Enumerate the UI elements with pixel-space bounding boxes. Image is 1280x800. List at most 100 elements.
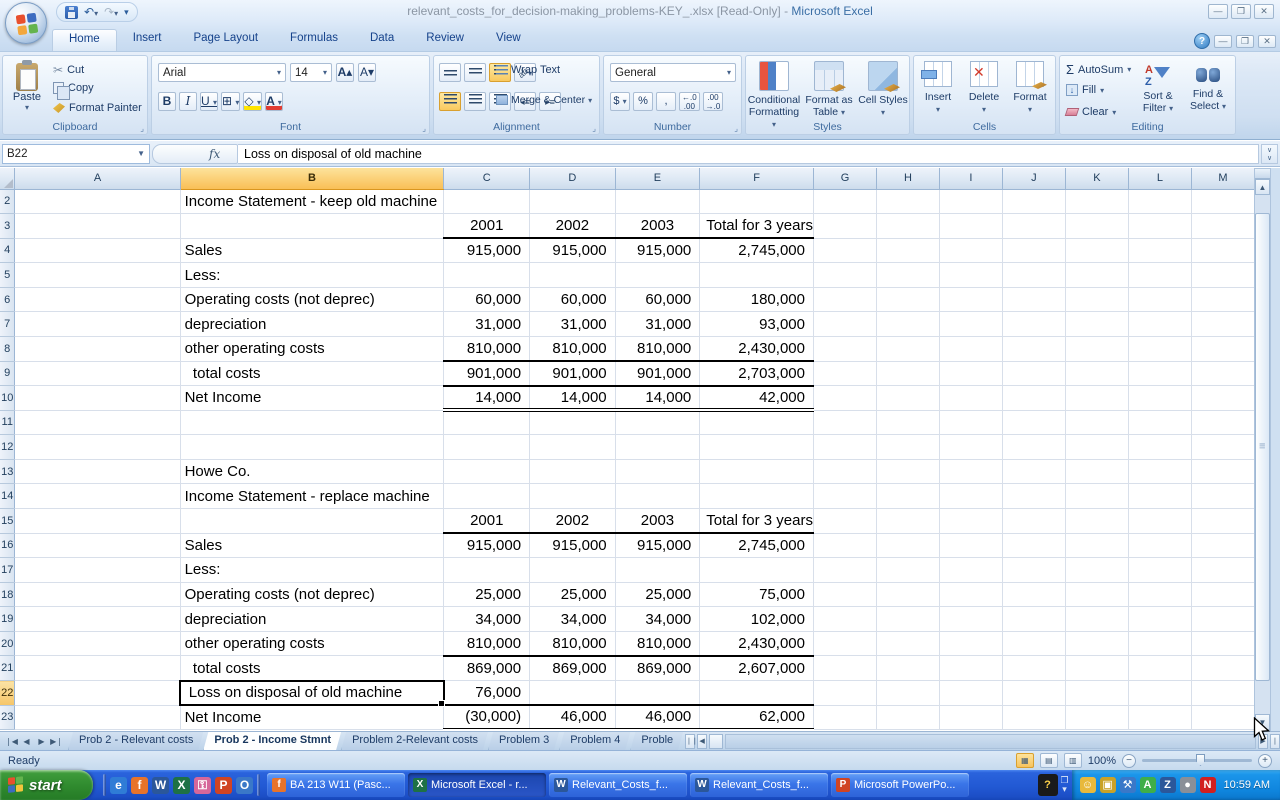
cell-I22[interactable] (940, 681, 1003, 706)
cell-E23[interactable]: 46,000 (615, 705, 700, 730)
accounting-format-button[interactable]: $ ▾ (610, 92, 630, 111)
ribbon-tab-home[interactable]: Home (52, 29, 117, 51)
align-left-button[interactable] (439, 92, 461, 111)
first-sheet-button[interactable]: ❘◀ (5, 737, 18, 746)
ribbon-tab-page-layout[interactable]: Page Layout (177, 29, 274, 51)
column-header-I[interactable]: I (940, 168, 1003, 189)
sheet-tab-proble[interactable]: Proble (630, 732, 683, 750)
column-header-F[interactable]: F (700, 168, 814, 189)
cell-F18[interactable]: 75,000 (700, 582, 814, 607)
cell-M16[interactable] (1191, 533, 1254, 558)
cell-F8[interactable]: 2,430,000 (700, 336, 814, 361)
cell-D10[interactable]: 14,000 (530, 386, 616, 411)
cell-K23[interactable] (1065, 705, 1128, 730)
workbook-close-button[interactable]: ✕ (1258, 35, 1276, 48)
horizontal-scroll-thumb[interactable] (709, 734, 723, 749)
cell-M17[interactable] (1191, 558, 1254, 583)
cell-K13[interactable] (1065, 459, 1128, 484)
cell-A3[interactable] (15, 214, 180, 239)
cell-I6[interactable] (940, 287, 1003, 312)
cell-F16[interactable]: 2,745,000 (700, 533, 814, 558)
cell-D21[interactable]: 869,000 (530, 656, 616, 681)
cell-B21[interactable]: total costs (180, 656, 444, 681)
cell-M9[interactable] (1191, 361, 1254, 386)
shrink-font-button[interactable]: A▾ (358, 63, 376, 82)
sheet-tab-problem-2-relevant-costs[interactable]: Problem 2-Relevant costs (341, 732, 488, 750)
cell-G22[interactable] (813, 681, 876, 706)
cell-K5[interactable] (1065, 263, 1128, 288)
cell-I19[interactable] (940, 607, 1003, 632)
fx-icon[interactable]: fx (209, 147, 220, 161)
cell-D13[interactable] (530, 459, 616, 484)
cell-F13[interactable] (700, 459, 814, 484)
cell-H20[interactable] (877, 631, 940, 656)
ribbon-tab-review[interactable]: Review (410, 29, 480, 51)
row-header-21[interactable]: 21 (0, 656, 15, 681)
cell-K2[interactable] (1065, 189, 1128, 214)
cell-M22[interactable] (1191, 681, 1254, 706)
help-tray-icon[interactable]: ? (1038, 774, 1058, 796)
expand-formula-bar-icon[interactable]: ∨∨ (1261, 144, 1278, 164)
cell-H21[interactable] (877, 656, 940, 681)
taskbar-window-2[interactable]: XMicrosoft Excel - r... (408, 773, 546, 797)
powerpoint-icon[interactable]: P (215, 777, 232, 794)
cell-J16[interactable] (1002, 533, 1065, 558)
sheet-tab-prob-2-relevant-costs[interactable]: Prob 2 - Relevant costs (68, 732, 203, 750)
row-header-6[interactable]: 6 (0, 287, 15, 312)
cell-M10[interactable] (1191, 386, 1254, 411)
row-header-23[interactable]: 23 (0, 705, 15, 730)
cell-M12[interactable] (1191, 435, 1254, 460)
cell-G12[interactable] (813, 435, 876, 460)
cell-C20[interactable]: 810,000 (444, 631, 530, 656)
cell-H13[interactable] (877, 459, 940, 484)
cell-E22[interactable] (615, 681, 700, 706)
cell-B5[interactable]: Less: (180, 263, 444, 288)
cell-G17[interactable] (813, 558, 876, 583)
cell-K4[interactable] (1065, 238, 1128, 263)
cell-J20[interactable] (1002, 631, 1065, 656)
column-header-G[interactable]: G (813, 168, 876, 189)
cell-G9[interactable] (813, 361, 876, 386)
cell-B20[interactable]: other operating costs (180, 631, 444, 656)
cell-D17[interactable] (530, 558, 616, 583)
column-header-D[interactable]: D (530, 168, 616, 189)
cell-A21[interactable] (15, 656, 180, 681)
cell-C18[interactable]: 25,000 (444, 582, 530, 607)
cell-H3[interactable] (877, 214, 940, 239)
cell-C11[interactable] (444, 410, 530, 435)
cell-J14[interactable] (1002, 484, 1065, 509)
row-header-2[interactable]: 2 (0, 189, 15, 214)
cell-J21[interactable] (1002, 656, 1065, 681)
cell-I17[interactable] (940, 558, 1003, 583)
column-header-B[interactable]: B (180, 168, 444, 189)
cell-M21[interactable] (1191, 656, 1254, 681)
cell-C14[interactable] (444, 484, 530, 509)
column-header-K[interactable]: K (1065, 168, 1128, 189)
cell-L9[interactable] (1128, 361, 1191, 386)
cell-I7[interactable] (940, 312, 1003, 337)
cell-H4[interactable] (877, 238, 940, 263)
cell-E21[interactable]: 869,000 (615, 656, 700, 681)
cell-J6[interactable] (1002, 287, 1065, 312)
cell-H7[interactable] (877, 312, 940, 337)
cell-D18[interactable]: 25,000 (530, 582, 616, 607)
cell-I20[interactable] (940, 631, 1003, 656)
row-header-11[interactable]: 11 (0, 410, 15, 435)
column-header-H[interactable]: H (877, 168, 940, 189)
zoom-in-icon[interactable]: + (1258, 754, 1272, 768)
cell-G15[interactable] (813, 509, 876, 534)
cell-G6[interactable] (813, 287, 876, 312)
row-header-14[interactable]: 14 (0, 484, 15, 509)
z-app-icon[interactable]: Z (1160, 777, 1176, 793)
name-box-dropdown-icon[interactable]: ▼ (137, 149, 145, 158)
cell-C3[interactable]: 2001 (444, 214, 530, 239)
middle-align-button[interactable] (464, 63, 486, 82)
messenger-icon[interactable]: ☺ (1080, 777, 1096, 793)
column-header-M[interactable]: M (1191, 168, 1254, 189)
tools-icon[interactable]: ⚒ (1120, 777, 1136, 793)
cell-I15[interactable] (940, 509, 1003, 534)
cell-M5[interactable] (1191, 263, 1254, 288)
zoom-level[interactable]: 100% (1088, 755, 1116, 767)
cell-H22[interactable] (877, 681, 940, 706)
cell-G13[interactable] (813, 459, 876, 484)
